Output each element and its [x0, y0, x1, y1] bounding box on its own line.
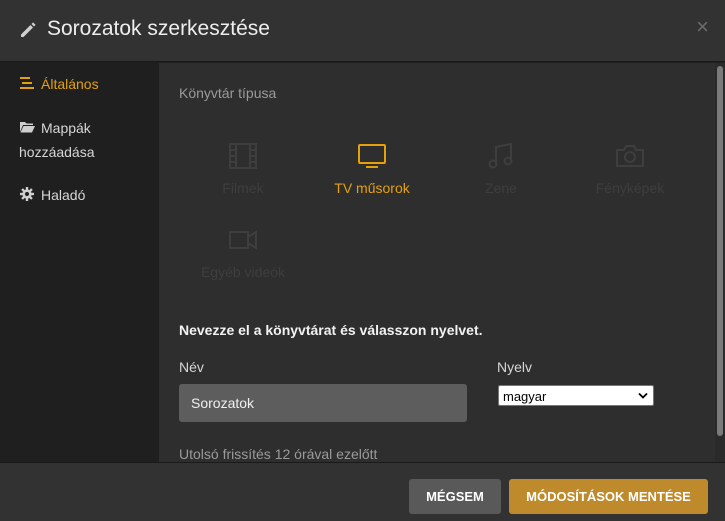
type-option-label: Egyéb videók — [200, 264, 286, 280]
gear-icon — [20, 187, 34, 201]
library-name-input[interactable] — [179, 384, 467, 422]
language-select-value: magyar — [503, 389, 547, 404]
type-option-music[interactable]: Zene — [436, 142, 566, 222]
name-language-prompt: Nevezze el a könyvtárat és válasszon nye… — [179, 322, 483, 338]
tv-icon — [358, 144, 386, 168]
save-changes-button[interactable]: Módosítások mentése — [509, 479, 708, 514]
sidebar-item-general[interactable]: Általános — [19, 72, 99, 96]
type-option-movies[interactable]: Filmek — [178, 142, 308, 222]
type-option-label: Filmek — [222, 180, 264, 196]
type-option-label: TV műsorok — [334, 180, 410, 196]
language-select[interactable]: magyar — [498, 385, 654, 406]
type-option-label: Fényképek — [595, 180, 665, 196]
music-icon — [488, 142, 513, 169]
type-option-tv-shows[interactable]: TV műsorok — [307, 142, 437, 222]
type-option-other-videos[interactable]: Egyéb videók — [178, 226, 308, 306]
pencil-icon — [21, 22, 36, 37]
dialog-title: Sorozatok szerkesztése — [47, 17, 270, 40]
name-label: Név — [179, 359, 204, 375]
dialog-footer: Mégsem Módosítások mentése — [0, 462, 725, 521]
type-option-photos[interactable]: Fényképek — [565, 142, 695, 222]
library-type-label: Könyvtár típusa — [179, 85, 277, 101]
dialog-header: Sorozatok szerkesztése × — [0, 0, 725, 62]
camera-icon — [616, 145, 644, 167]
main-panel: Könyvtár típusa Filmek TV műsorok Zene F… — [159, 63, 715, 462]
close-icon[interactable]: × — [696, 16, 709, 38]
last-updated-text: Utolsó frissítés 12 órával ezelőtt — [179, 446, 378, 462]
video-camera-icon — [229, 230, 257, 250]
sidebar-item-advanced[interactable]: Haladó — [19, 183, 85, 207]
scrollbar-thumb[interactable] — [717, 66, 723, 436]
sidebar-item-label: Általános — [41, 76, 99, 92]
film-icon — [229, 143, 257, 169]
sidebar-item-label: Haladó — [41, 187, 86, 203]
list-icon — [20, 77, 34, 89]
language-label: Nyelv — [497, 359, 533, 375]
sidebar-item-add-folders[interactable]: Mappák hozzáadása — [19, 116, 139, 164]
folder-icon — [20, 122, 35, 133]
sidebar: Általános Mappák hozzáadása Haladó — [0, 63, 159, 462]
cancel-button[interactable]: Mégsem — [409, 479, 501, 514]
type-option-label: Zene — [485, 180, 517, 196]
chevron-down-icon — [638, 392, 648, 399]
